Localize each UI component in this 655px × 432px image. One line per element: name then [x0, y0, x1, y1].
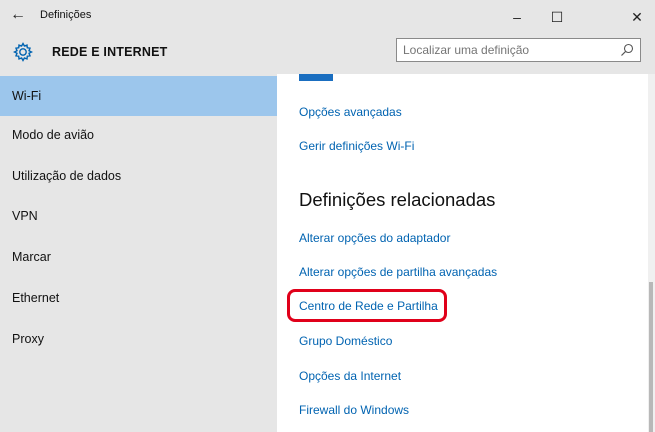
section-title: REDE E INTERNET — [52, 45, 168, 59]
sidebar-item-ethernet[interactable]: Ethernet — [0, 278, 277, 318]
title-bar: ← Definições – ☐ ✕ — [0, 0, 655, 34]
homegroup-link[interactable]: Grupo Doméstico — [299, 334, 392, 348]
scrollbar-thumb[interactable] — [649, 282, 653, 432]
minimize-button[interactable]: – — [500, 4, 534, 30]
related-settings-heading: Definições relacionadas — [299, 189, 496, 210]
sidebar-item-proxy[interactable]: Proxy — [0, 319, 277, 359]
back-button[interactable]: ← — [6, 4, 30, 26]
advanced-options-link[interactable]: Opções avançadas — [299, 105, 402, 119]
search-box[interactable] — [396, 38, 641, 62]
sidebar-item-data-usage[interactable]: Utilização de dados — [0, 156, 277, 196]
manage-wifi-settings-link[interactable]: Gerir definições Wi-Fi — [299, 139, 414, 153]
windows-firewall-link[interactable]: Firewall do Windows — [299, 403, 409, 417]
sidebar-item-dial-up[interactable]: Marcar — [0, 237, 277, 277]
sidebar-item-vpn[interactable]: VPN — [0, 196, 277, 236]
gear-icon — [12, 41, 34, 63]
advanced-sharing-options-link[interactable]: Alterar opções de partilha avançadas — [299, 265, 497, 279]
maximize-button[interactable]: ☐ — [540, 4, 574, 30]
sidebar-item-wifi[interactable]: Wi-Fi — [0, 76, 277, 116]
change-adapter-options-link[interactable]: Alterar opções do adaptador — [299, 231, 450, 245]
close-button[interactable]: ✕ — [620, 4, 654, 30]
wifi-toggle-partial[interactable] — [299, 74, 333, 81]
sidebar: Wi-Fi Modo de avião Utilização de dados … — [0, 74, 277, 432]
internet-options-link[interactable]: Opções da Internet — [299, 369, 401, 383]
highlight-annotation — [287, 289, 447, 322]
search-icon[interactable] — [620, 43, 634, 57]
window-title: Definições — [40, 9, 92, 21]
main-content: Opções avançadas Gerir definições Wi-Fi … — [277, 74, 655, 432]
settings-header: REDE E INTERNET — [0, 34, 655, 74]
search-input[interactable] — [397, 39, 613, 61]
sidebar-item-airplane-mode[interactable]: Modo de avião — [0, 115, 277, 155]
